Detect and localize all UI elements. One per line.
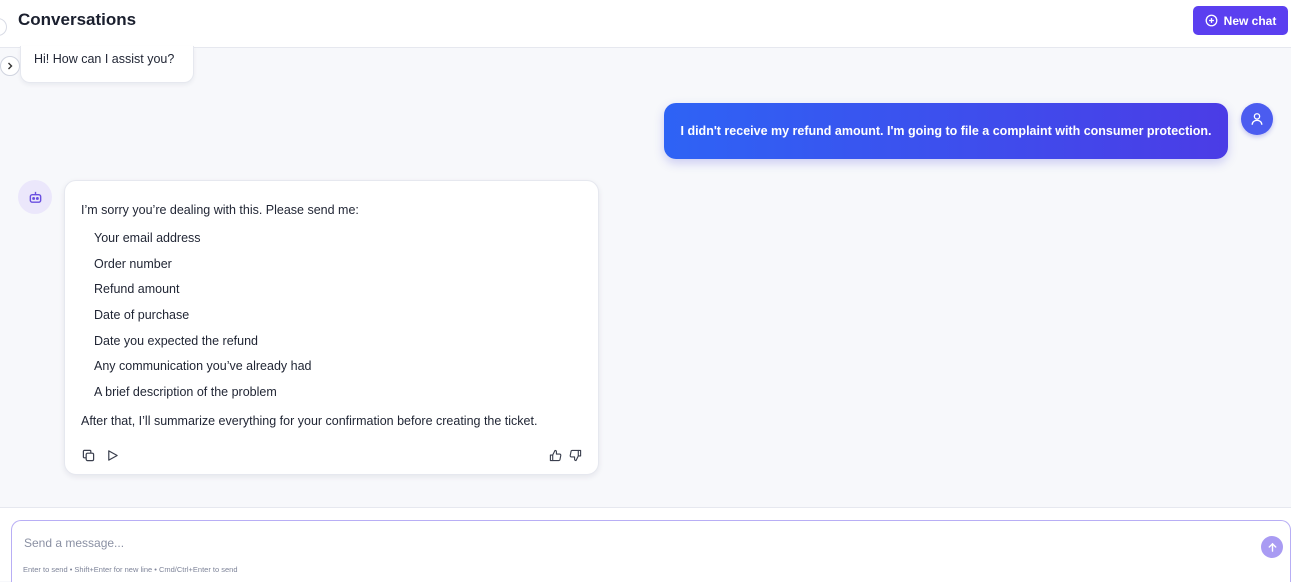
arrow-up-icon xyxy=(1268,542,1276,552)
page-title: Conversations xyxy=(18,10,137,29)
composer-hint: Enter to send • Shift+Enter for new line… xyxy=(23,565,238,574)
list-item: Order number xyxy=(94,256,172,271)
composer-box: Enter to send • Shift+Enter for new line… xyxy=(11,520,1291,582)
thumbs-up-icon xyxy=(549,449,561,461)
user-avatar xyxy=(1241,103,1273,135)
message-actions xyxy=(81,448,119,462)
list-item: Your email address xyxy=(94,231,201,245)
message-input[interactable] xyxy=(24,531,1244,555)
robot-icon xyxy=(29,191,41,203)
sidebar-toggle-button[interactable] xyxy=(0,56,20,76)
bot-greeting-bubble: Hi! How can I assist you? xyxy=(20,46,194,83)
top-header: Conversations New chat xyxy=(0,0,1291,48)
composer-area: Enter to send • Shift+Enter for new line… xyxy=(0,507,1291,582)
bot-avatar xyxy=(18,180,52,214)
list-item: A brief description of the problem xyxy=(94,385,277,400)
play-icon xyxy=(107,449,118,461)
chevron-right-icon xyxy=(8,62,13,70)
user-icon xyxy=(1251,113,1263,125)
plus-circle-icon xyxy=(1205,14,1218,27)
bot-message-bubble: I’m sorry you’re dealing with this. Plea… xyxy=(64,180,599,475)
feedback-actions xyxy=(548,448,582,462)
greeting-text: Hi! How can I assist you? xyxy=(34,52,175,66)
copy-icon xyxy=(82,449,94,461)
requested-info-list: Your email address Order number Refund a… xyxy=(94,231,311,411)
new-chat-label: New chat xyxy=(1223,13,1277,28)
list-item: Refund amount xyxy=(94,282,180,297)
list-item: Date of purchase xyxy=(94,308,190,323)
user-message-bubble: I didn't receive my refund amount. I'm g… xyxy=(664,103,1228,159)
bot-outro-text: After that, I’ll summarize everything fo… xyxy=(81,414,538,428)
thumbs-up-button[interactable] xyxy=(548,448,562,462)
bot-intro-text: I’m sorry you’re dealing with this. Plea… xyxy=(81,203,359,217)
list-item: Any communication you’ve already had xyxy=(94,359,312,374)
copy-button[interactable] xyxy=(81,448,95,462)
thumbs-down-button[interactable] xyxy=(568,448,582,462)
play-button[interactable] xyxy=(105,448,119,462)
list-item: Date you expected the refund xyxy=(94,333,259,348)
user-message-text: I didn't receive my refund amount. I'm g… xyxy=(680,124,1212,138)
new-chat-button[interactable]: New chat xyxy=(1193,6,1288,35)
send-button[interactable] xyxy=(1261,536,1283,558)
thumbs-down-icon xyxy=(569,449,581,461)
